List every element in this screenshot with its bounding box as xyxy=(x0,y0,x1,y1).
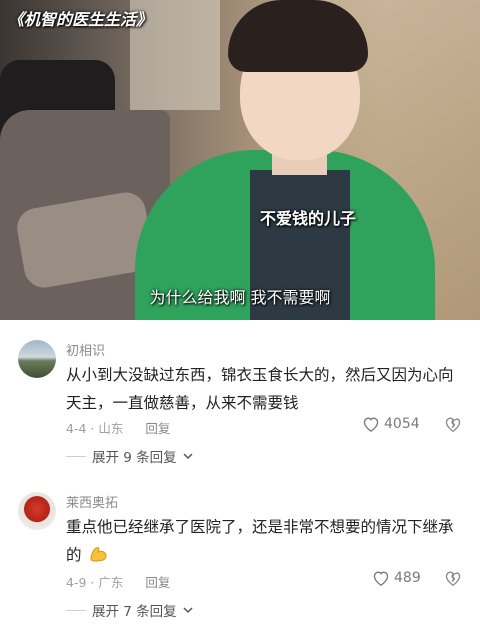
comment-date: 4-4 xyxy=(66,421,87,436)
broken-heart-icon xyxy=(445,417,461,433)
comment-location: 广东 xyxy=(98,575,124,590)
heart-icon xyxy=(373,571,389,586)
dislike-button[interactable] xyxy=(444,416,462,436)
divider-line xyxy=(66,609,86,611)
comment-location: 山东 xyxy=(98,421,124,436)
comment-text: 重点他已经继承了医院了，还是非常不想要的情况下继承的 xyxy=(66,513,466,569)
comment-text: 从小到大没缺过东西，锦衣玉食长大的，然后又因为心向天主，一直做慈善，从来不需要钱 xyxy=(66,366,454,412)
like-count: 4054 xyxy=(384,416,420,432)
comment-meta: 4-9 · 广东 回复 xyxy=(66,575,171,590)
like-button[interactable]: 489 xyxy=(372,570,421,586)
dislike-button[interactable] xyxy=(444,570,462,590)
comment-username[interactable]: 初相识 xyxy=(66,340,105,359)
like-button[interactable]: 4054 xyxy=(362,416,420,432)
heart-icon xyxy=(363,417,379,432)
comment-meta: 4-4 · 山东 回复 xyxy=(66,421,171,436)
like-count: 489 xyxy=(394,570,421,586)
expand-replies-button[interactable]: 展开 7 条回复 xyxy=(66,600,193,620)
chevron-down-icon xyxy=(183,607,193,614)
person-hair xyxy=(228,0,368,72)
avatar[interactable] xyxy=(18,340,56,378)
video-frame[interactable]: 《机智的医生生活》 不爱钱的儿子 为什么给我啊 我不需要啊 xyxy=(0,0,480,320)
flexed-biceps-emoji-icon xyxy=(90,547,107,562)
expand-replies-label: 展开 7 条回复 xyxy=(92,604,177,620)
video-caption-bottom: 为什么给我啊 我不需要啊 xyxy=(149,288,331,307)
video-title: 《机智的医生生活》 xyxy=(8,10,153,29)
chevron-down-icon xyxy=(183,453,193,460)
broken-heart-icon xyxy=(445,571,461,587)
divider-line xyxy=(66,455,86,457)
comment-item: 莱西奥拓 重点他已经继承了医院了，还是非常不想要的情况下继承的 4-9 · 广东… xyxy=(0,482,480,640)
reply-button[interactable]: 回复 xyxy=(145,421,170,436)
comment-date: 4-9 xyxy=(66,575,87,590)
avatar[interactable] xyxy=(18,492,56,530)
comment-username[interactable]: 莱西奥拓 xyxy=(66,492,118,511)
expand-replies-button[interactable]: 展开 9 条回复 xyxy=(66,446,193,466)
video-caption-top: 不爱钱的儿子 xyxy=(260,209,357,228)
reply-button[interactable]: 回复 xyxy=(145,575,170,590)
expand-replies-label: 展开 9 条回复 xyxy=(92,450,177,466)
comment-text-body: 重点他已经继承了医院了，还是非常不想要的情况下继承的 xyxy=(66,518,454,564)
comment-item: 初相识 从小到大没缺过东西，锦衣玉食长大的，然后又因为心向天主，一直做慈善，从来… xyxy=(0,330,480,480)
